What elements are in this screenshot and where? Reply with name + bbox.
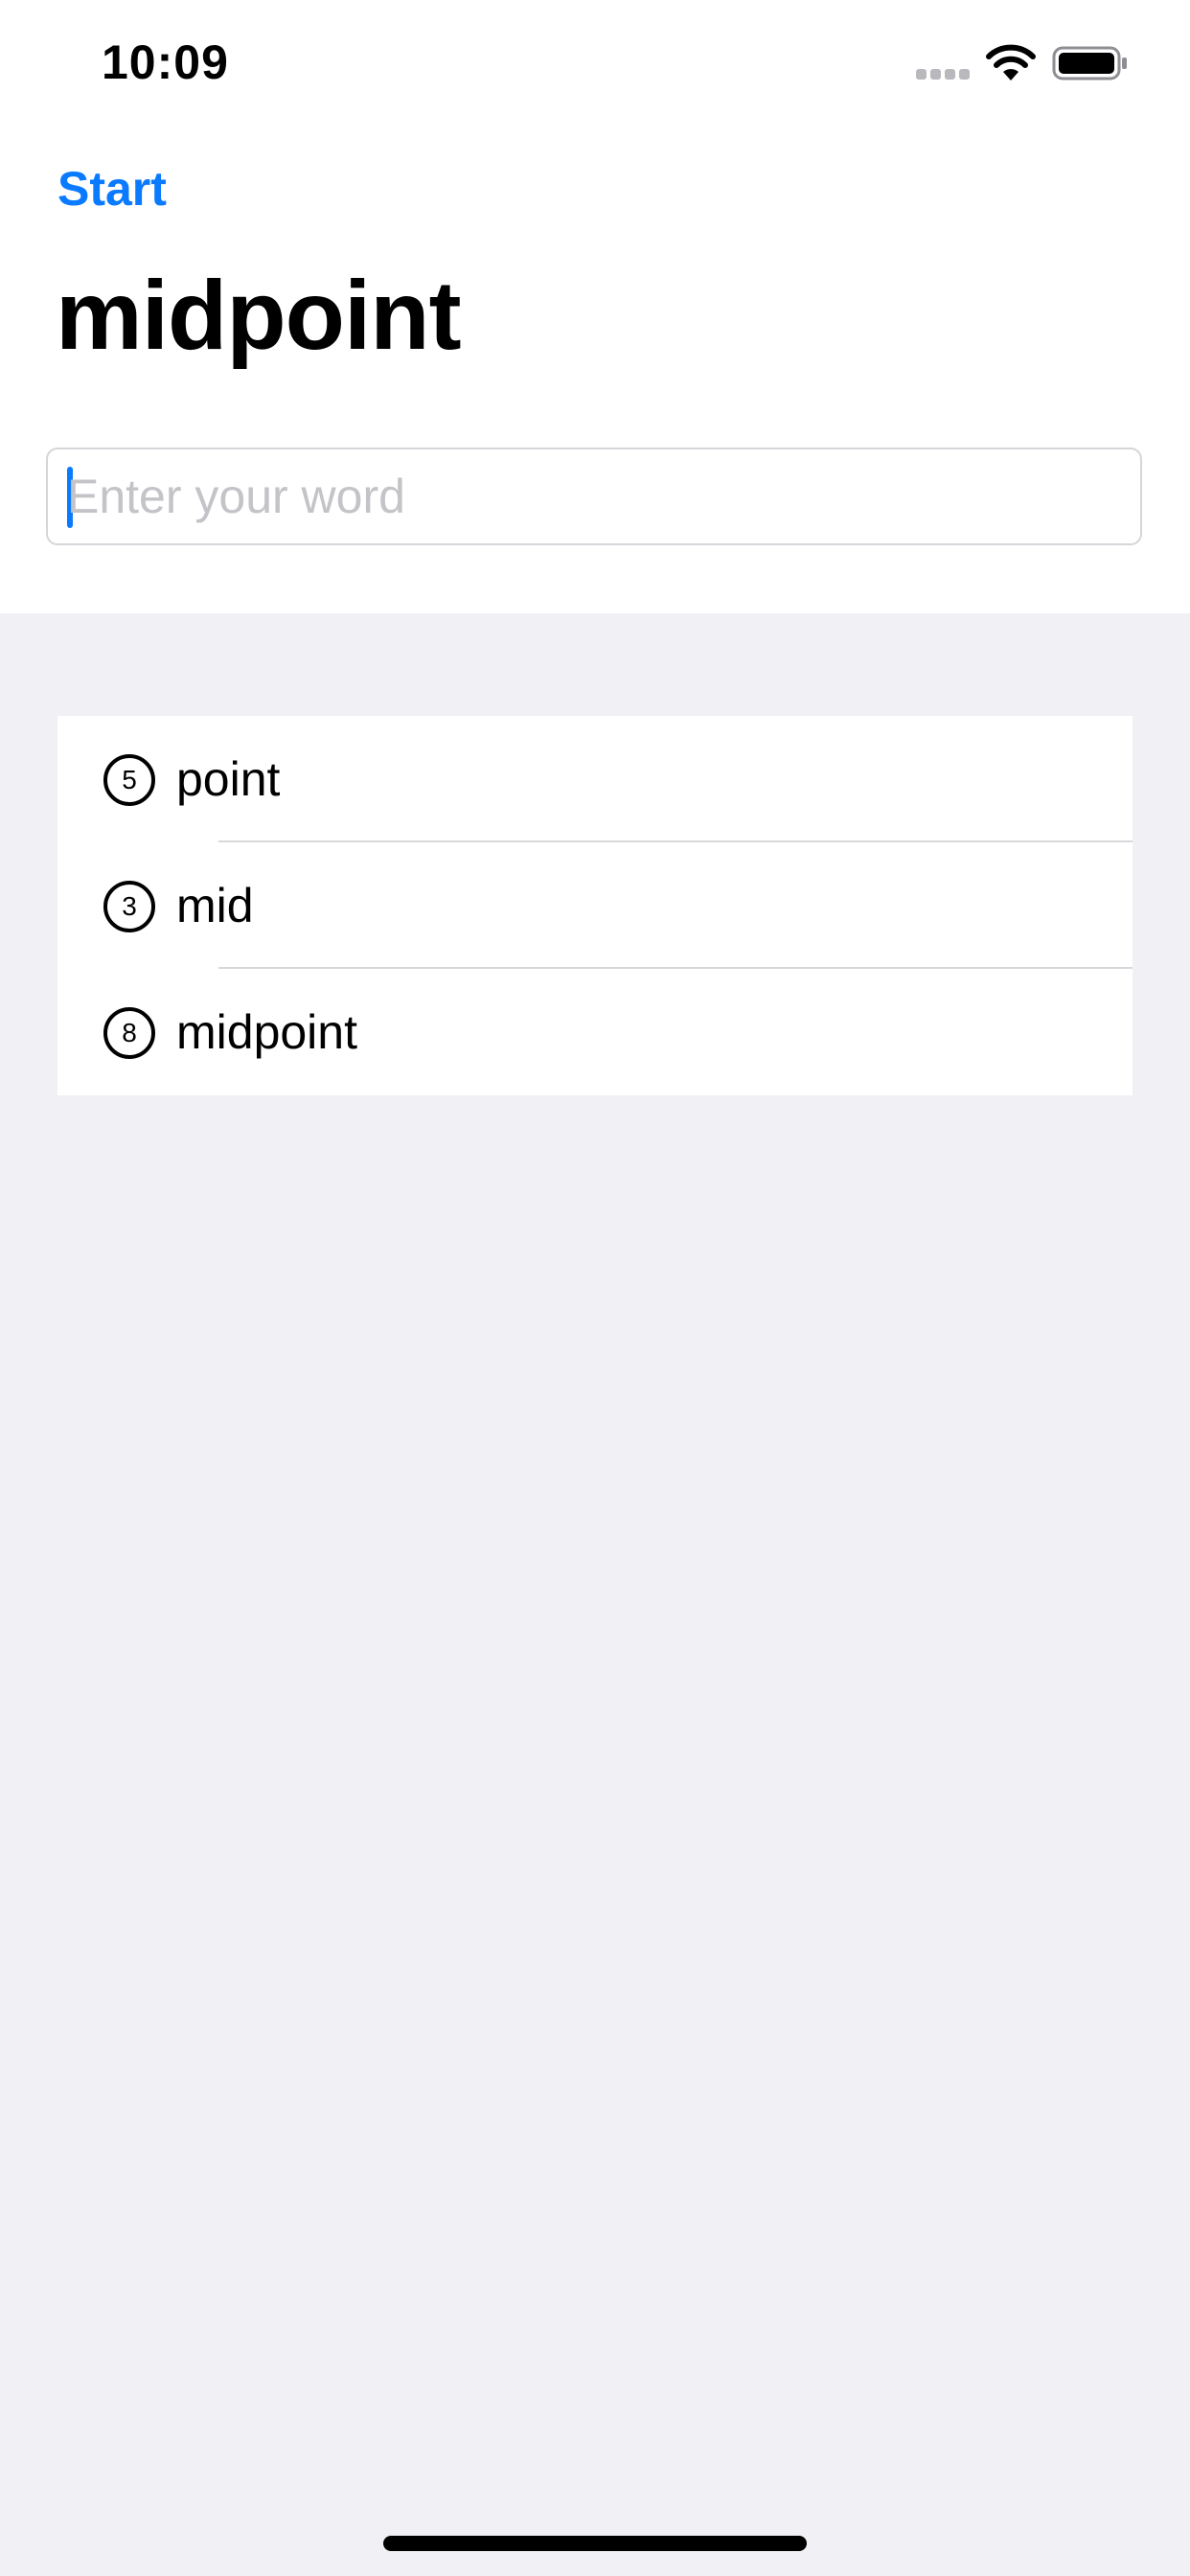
cellular-signal-icon (916, 69, 970, 82)
back-button[interactable]: Start (57, 161, 167, 217)
list-item[interactable]: 8 midpoint (57, 969, 1133, 1095)
word-label: midpoint (176, 1005, 357, 1059)
word-list: 5 point 3 mid 8 midpoint (57, 716, 1133, 1095)
word-label: point (176, 752, 281, 806)
count-badge-icon: 8 (103, 1007, 155, 1059)
page-title: midpoint (56, 261, 462, 370)
word-input-field[interactable] (46, 448, 1142, 545)
count-badge-icon: 3 (103, 881, 155, 932)
battery-icon (1052, 46, 1127, 80)
header-area: 10:09 Start midpoint (0, 0, 1190, 613)
list-item[interactable]: 3 mid (57, 842, 1133, 969)
wifi-icon (986, 44, 1036, 80)
word-label: mid (176, 879, 254, 932)
home-indicator[interactable] (383, 2536, 807, 2551)
count-badge-icon: 5 (103, 754, 155, 806)
status-time: 10:09 (102, 35, 229, 89)
list-item[interactable]: 5 point (57, 716, 1133, 842)
word-input[interactable] (67, 449, 1121, 543)
